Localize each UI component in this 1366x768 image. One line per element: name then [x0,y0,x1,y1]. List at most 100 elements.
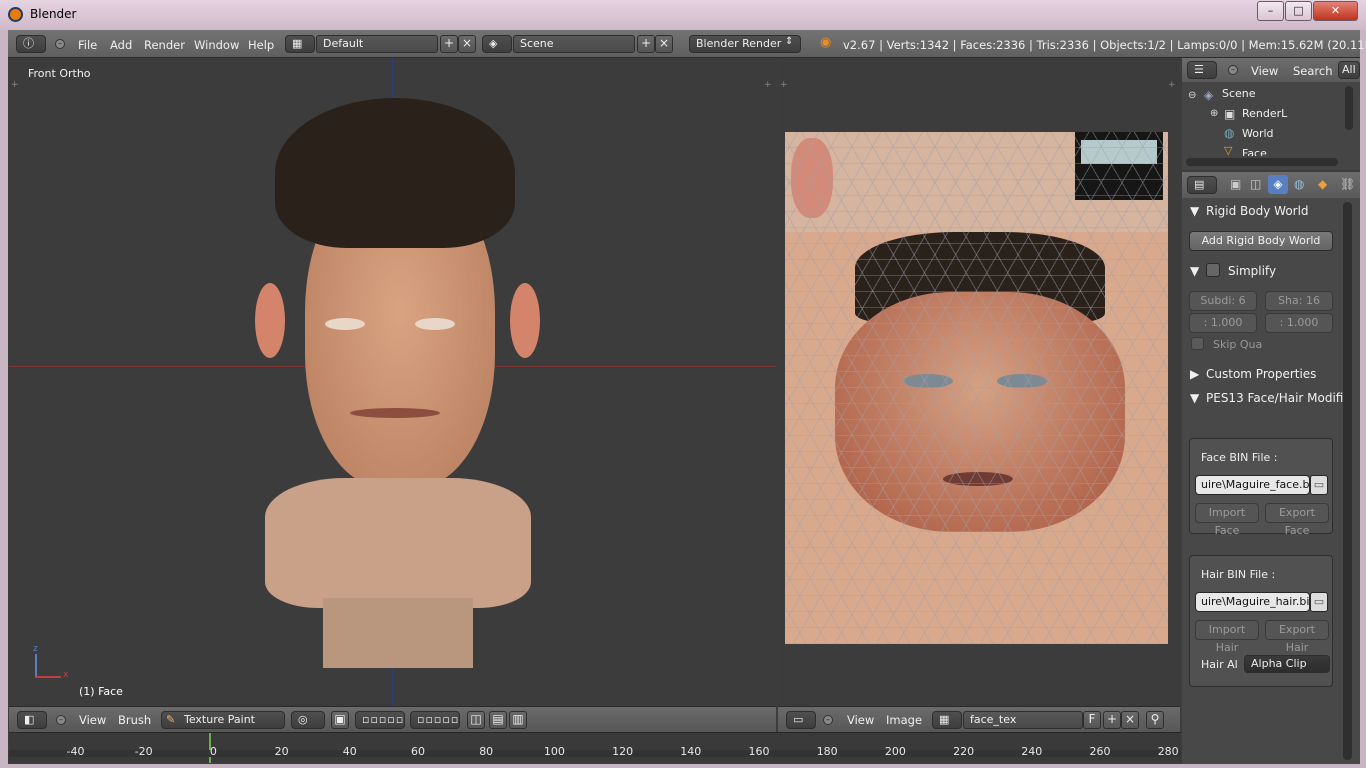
minimize-button[interactable]: – [1257,1,1284,21]
area-corner-icon[interactable]: + [764,80,772,90]
collapse-menu-icon[interactable]: – [1228,65,1238,75]
skip-quad-checkbox[interactable] [1191,337,1204,350]
menu-view[interactable]: View [79,713,106,727]
menu-window[interactable]: Window [194,38,239,52]
outliner-item-world[interactable]: World [1242,127,1274,140]
collapse-menu-icon[interactable]: – [823,715,833,725]
collapse-arrow-icon[interactable]: ▼ [1190,391,1199,405]
editor-type-3d-icon[interactable]: ◧ [17,711,47,729]
render-tab-icon[interactable]: ▣ [1230,177,1241,191]
pin-icon[interactable]: ⚲ [1146,711,1164,729]
area-corner-icon[interactable]: + [780,80,788,90]
simplify-child-particles-field[interactable]: : 1.000 [1189,313,1257,333]
render-icon[interactable]: ◫ [467,711,485,729]
remove-scene-icon[interactable]: × [655,35,673,53]
pes-panel-title[interactable]: PES13 Face/Hair Modifie [1206,391,1356,405]
expand-arrow-icon[interactable]: ▶ [1190,367,1199,381]
menu-render[interactable]: Render [144,38,185,52]
expand-scene-icon[interactable]: ⊖ [1188,90,1196,101]
shading-icon[interactable]: ◎ [291,711,325,729]
fake-user-button[interactable]: F [1083,711,1101,729]
axis-gizmo-z [35,654,37,678]
export-face-button[interactable]: Export Face [1265,503,1329,537]
scene-tab-icon[interactable]: ◈ [1268,175,1288,194]
export-hair-button[interactable]: Export Hair [1265,620,1329,654]
uv-image-editor[interactable]: + + [778,58,1180,706]
display-mode-dropdown[interactable]: All [1338,61,1360,79]
import-hair-button[interactable]: Import Hair [1195,620,1259,654]
properties-scrollbar[interactable] [1343,202,1352,760]
outliner-item-scene[interactable]: Scene [1222,87,1256,100]
active-object-label: (1) Face [79,685,123,698]
add-scene-icon[interactable]: + [637,35,655,53]
simplify-shadow-samples-field[interactable]: Sha: 16 [1265,291,1333,311]
layers-icon[interactable]: ▫▫▫▫▫ [355,711,405,729]
hair-bin-box: Hair BIN File : uire\Maguire_hair.bin ▭ … [1189,555,1333,687]
add-screen-icon[interactable]: + [440,35,458,53]
hair-bin-path-input[interactable]: uire\Maguire_hair.bin [1195,592,1310,612]
object-tab-icon[interactable]: ◆ [1318,177,1327,191]
collapse-menu-icon[interactable]: – [56,715,66,725]
layers-icon[interactable]: ▫▫▫▫▫ [410,711,460,729]
timeline-tick-label: 160 [748,745,770,758]
editor-type-properties-icon[interactable]: ▤ [1187,176,1217,194]
outliner-hscrollbar[interactable] [1186,158,1338,166]
outliner-item-face[interactable]: Face [1242,147,1267,156]
add-rigid-body-world-button[interactable]: Add Rigid Body World [1189,231,1333,251]
timeline-scrollbar[interactable] [9,750,1181,757]
render-layers-tab-icon[interactable]: ◫ [1250,177,1261,191]
world-tab-icon[interactable]: ◍ [1294,177,1304,191]
rigid-body-panel-title[interactable]: Rigid Body World [1206,204,1309,218]
simplify-ao-sss-field[interactable]: : 1.000 [1265,313,1333,333]
area-corner-icon[interactable]: + [1168,80,1176,90]
menu-search[interactable]: Search [1293,64,1333,78]
editor-type-info-icon[interactable]: ⓘ [16,35,46,53]
expand-renderlayers-icon[interactable]: ⊕ [1210,108,1218,119]
image-browse-icon[interactable]: ▦ [932,711,962,729]
timeline-ruler[interactable]: -40 -20 0 20 40 60 80 100 120 140 160 180 200 220 240 2… [9,732,1181,763]
outliner-item-renderlayers[interactable]: RenderL [1242,107,1287,120]
collapse-arrow-icon[interactable]: ▼ [1190,204,1199,218]
occlude-icon[interactable]: ▣ [331,711,349,729]
mode-dropdown[interactable]: Texture Paint [161,711,285,729]
simplify-panel-title[interactable]: Simplify [1228,264,1276,278]
remove-screen-icon[interactable]: × [458,35,476,53]
camera-icon[interactable]: ▤ [489,711,507,729]
image-name-field[interactable]: face_tex [963,711,1083,729]
folder-icon[interactable]: ▭ [1310,475,1328,495]
menu-brush[interactable]: Brush [118,713,151,727]
scene-field[interactable]: Scene [513,35,635,53]
menu-add[interactable]: Add [110,38,132,52]
area-corner-icon[interactable]: + [11,80,19,90]
new-image-icon[interactable]: + [1103,711,1121,729]
axis-z-label: z [33,644,38,654]
import-face-button[interactable]: Import Face [1195,503,1259,537]
menu-image[interactable]: Image [886,713,922,727]
menu-file[interactable]: File [78,38,97,52]
properties-panel: ▼ Rigid Body World Add Rigid Body World … [1182,198,1360,764]
screen-layout-icon[interactable]: ▦ [285,35,315,53]
constraints-tab-icon[interactable]: ⛓ [1340,177,1355,191]
clapper-icon[interactable]: ▥ [509,711,527,729]
close-button[interactable]: ✕ [1313,1,1358,21]
3d-view-header: ◧ – View Brush Texture Paint ✎ ◎ ▣ ▫▫▫▫▫… [9,706,776,732]
screen-layout-field[interactable]: Default [316,35,438,53]
maximize-button[interactable]: □ [1285,1,1312,21]
hair-alpha-dropdown[interactable]: Alpha Clip [1244,655,1330,673]
editor-type-image-icon[interactable]: ▭ [786,711,816,729]
simplify-checkbox[interactable] [1206,263,1220,277]
menu-help[interactable]: Help [248,38,274,52]
editor-type-outliner-icon[interactable]: ☰ [1187,61,1217,79]
simplify-subdivision-field[interactable]: Subdi: 6 [1189,291,1257,311]
folder-icon[interactable]: ▭ [1310,592,1328,612]
menu-view[interactable]: View [1251,64,1278,78]
3d-viewport[interactable]: Front Ortho + + z x (1) Face [9,58,776,706]
menu-view[interactable]: View [847,713,874,727]
unlink-image-icon[interactable]: × [1121,711,1139,729]
scene-icon[interactable]: ◈ [482,35,512,53]
face-bin-path-input[interactable]: uire\Maguire_face.bin [1195,475,1310,495]
collapse-menu-icon[interactable]: – [55,39,65,49]
outliner-vscrollbar[interactable] [1345,86,1353,130]
custom-properties-panel-title[interactable]: Custom Properties [1206,367,1316,381]
collapse-arrow-icon[interactable]: ▼ [1190,264,1199,278]
